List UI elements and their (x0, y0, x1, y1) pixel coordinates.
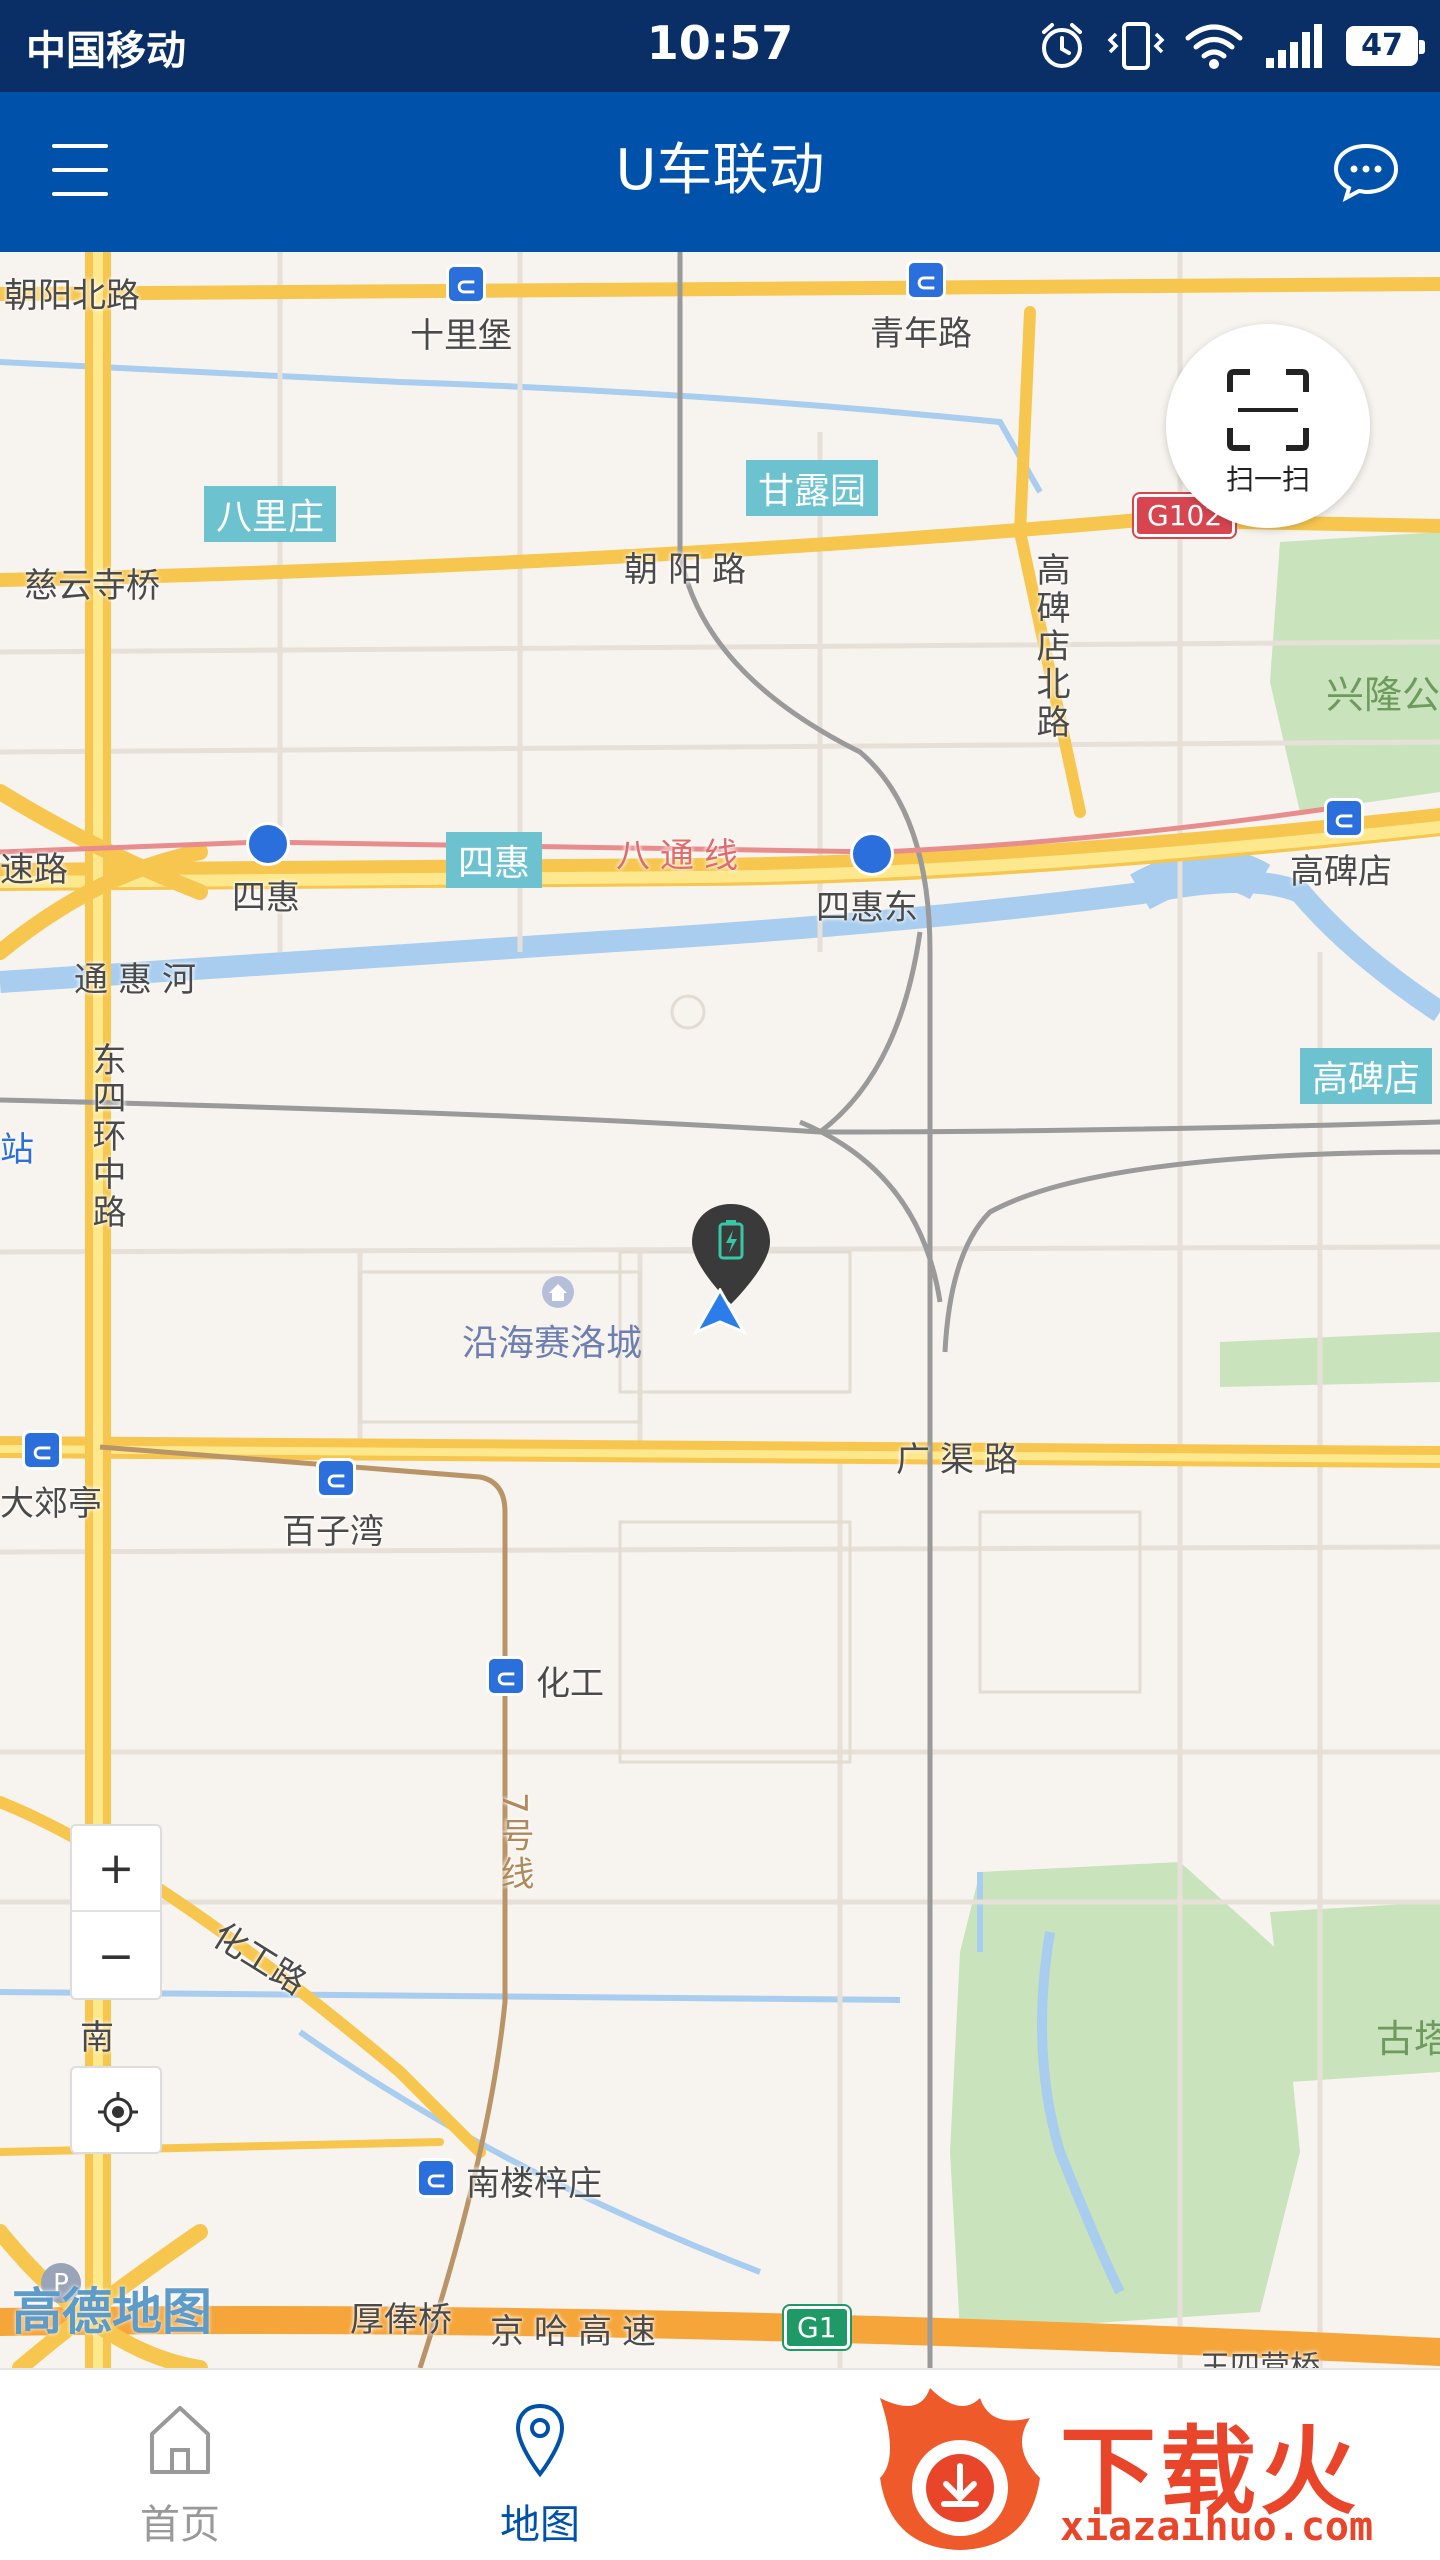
nav-home[interactable]: 首页 (80, 2390, 280, 2550)
metro-icon: ⊂ (22, 1430, 62, 1470)
metro-station-label: 大郊亭 (0, 1484, 102, 1524)
metro-station-label: 青年路 (870, 314, 972, 354)
road-label: 速路 (0, 850, 68, 890)
area-label: 四惠 (446, 832, 543, 888)
nav-map[interactable]: 地图 (440, 2390, 640, 2550)
locate-button[interactable] (70, 2066, 162, 2154)
transfer-station-icon (850, 832, 894, 876)
road-label: 慈云寺桥 (24, 566, 160, 606)
highway-shield: G1 (784, 2306, 850, 2349)
map-view[interactable]: 朝阳北路 朝阳路 慈云寺桥 高碑店北路 速路 通惠河 东四环中路 站 广渠路 化… (0, 252, 1440, 2368)
metro-icon: ⊂ (316, 1458, 356, 1498)
current-location-arrow-icon (692, 1288, 748, 1336)
scan-label: 扫一扫 (1225, 463, 1310, 496)
road-label: 站 (0, 1130, 34, 1170)
metro-icon: ⊂ (486, 1656, 526, 1696)
road-label: 朝阳路 (624, 550, 756, 590)
area-label: 八里庄 (204, 486, 337, 542)
road-label: 厚俸桥 (350, 2300, 452, 2340)
road-label: 高碑店北路 (1030, 552, 1070, 742)
metro-icon: ⊂ (906, 260, 946, 300)
metro-line-label: 八通线 (616, 836, 748, 876)
area-label: 高碑店 (1300, 1048, 1433, 1104)
status-bar: 中国移动 10:57 47 (0, 0, 1440, 92)
metro-station-label: 高碑店 (1290, 852, 1392, 892)
watermark-url: xiazaihuo.com (1060, 2504, 1374, 2550)
watermark: 下载火 xiazaihuo.com (850, 2368, 1440, 2560)
metro-icon: ⊂ (1324, 798, 1364, 838)
map-pin-icon (515, 2403, 565, 2478)
metro-station-label: 十里堡 (410, 316, 512, 356)
chat-bubble-icon (1333, 143, 1399, 203)
battery-icon: 47 (1346, 26, 1425, 66)
status-icons: 47 (1036, 18, 1425, 74)
vibrate-icon (1107, 22, 1165, 70)
road-label: 广渠路 (896, 1440, 1028, 1480)
scan-button[interactable]: 扫一扫 (1166, 324, 1370, 528)
metro-icon: ⊂ (446, 264, 486, 304)
zoom-in-button[interactable]: + (72, 1826, 160, 1912)
road-label: 京哈高速 (490, 2312, 666, 2352)
signal-icon (1266, 24, 1322, 68)
road-label: 朝阳北路 (4, 276, 140, 316)
nav-home-label: 首页 (140, 2502, 220, 2548)
map-provider-logo: 高德地图 (12, 2283, 212, 2341)
residential-poi-icon (542, 1276, 574, 1308)
road-label: 通惠河 (74, 960, 206, 1000)
transfer-station-icon (246, 822, 290, 866)
alarm-icon (1042, 23, 1082, 68)
home-icon (150, 2406, 210, 2474)
flame-logo-icon (880, 2388, 1040, 2550)
nav-map-label: 地图 (500, 2502, 580, 2548)
road-label: 东四环中路 (86, 1042, 126, 1232)
metro-station-label: 四惠 (232, 878, 300, 918)
road-label: 南 (80, 2018, 114, 2058)
app-header: U车联动 (0, 92, 1440, 252)
crosshair-icon (98, 2092, 138, 2132)
metro-line-label: 7号线 (494, 1792, 534, 1894)
area-label: 甘露园 (746, 460, 879, 516)
zoom-out-button[interactable]: − (72, 1914, 160, 2000)
road-label: 王四营桥 (1200, 2350, 1320, 2368)
metro-station-label: 南楼梓庄 (466, 2164, 602, 2204)
scan-frame-icon (1227, 369, 1309, 451)
metro-station-label: 百子湾 (282, 1512, 384, 1552)
metro-station-label: 化工 (536, 1664, 604, 1704)
zoom-control: + − (70, 1824, 162, 2000)
page-title: U车联动 (615, 138, 825, 203)
park-label: 古塔 (1376, 2017, 1440, 2061)
park-label: 兴隆公 (1326, 673, 1440, 717)
metro-icon: ⊂ (416, 2158, 456, 2198)
metro-station-label: 四惠东 (816, 888, 918, 928)
poi-label: 沿海赛洛城 (462, 1323, 643, 1364)
wifi-icon (1185, 24, 1243, 69)
message-button[interactable] (1330, 136, 1402, 208)
